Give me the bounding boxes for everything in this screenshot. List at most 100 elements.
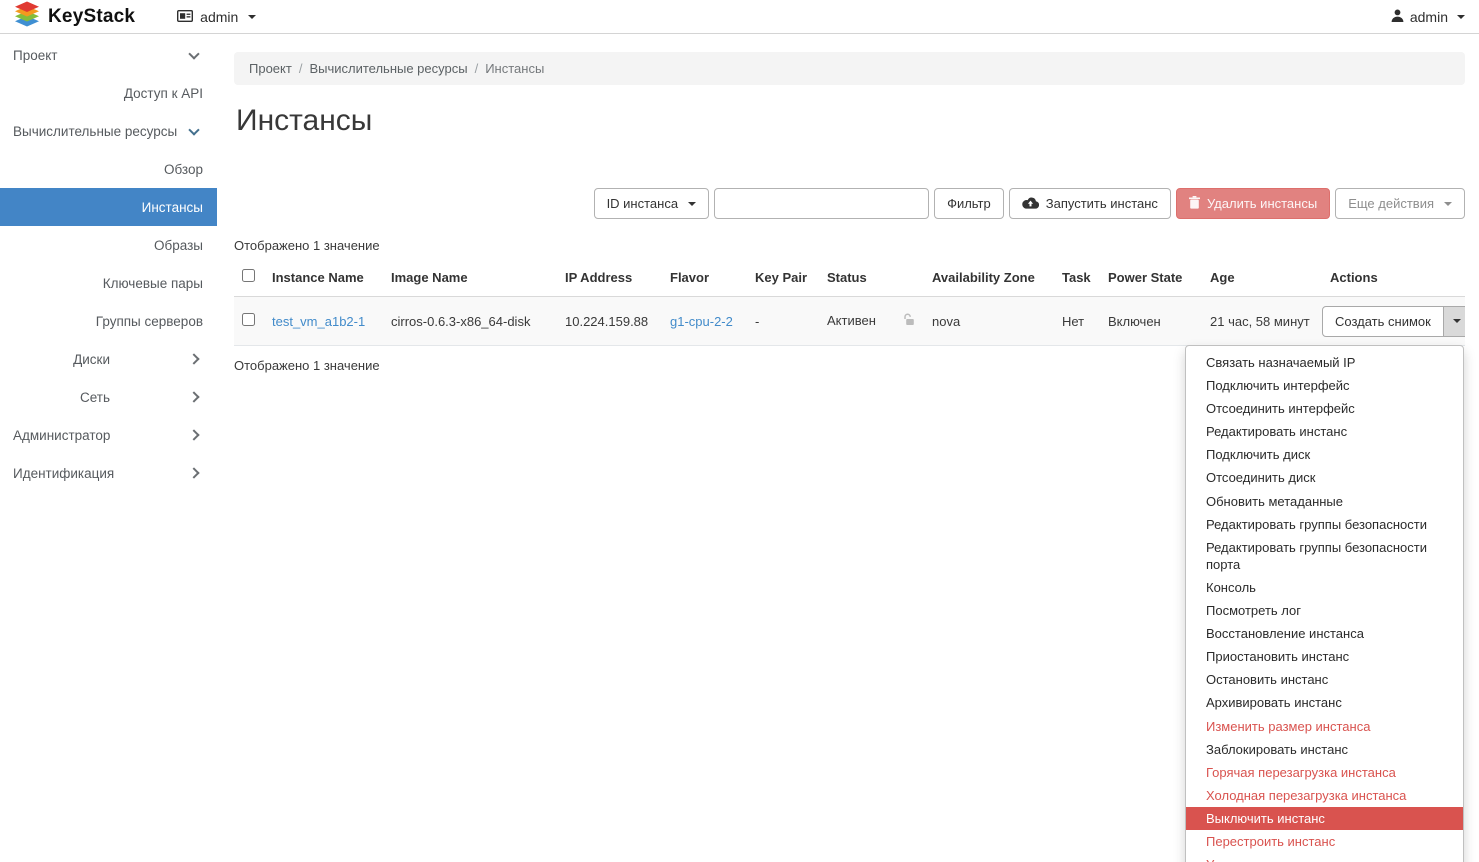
sidebar-item-label: Обзор [164,162,203,177]
sidebar-item-label: Группы серверов [96,314,203,329]
filter-button[interactable]: Фильтр [934,188,1004,219]
menu-item-attach-volume[interactable]: Подключить диск [1186,443,1463,466]
breadcrumb-compute[interactable]: Вычислительные ресурсы [309,61,467,76]
delete-instances-label: Удалить инстансы [1207,196,1317,211]
sidebar-group-admin[interactable]: Администратор [0,416,217,454]
row-actions-toggle[interactable] [1444,306,1465,337]
menu-item-attach-interface[interactable]: Подключить интерфейс [1186,374,1463,397]
menu-item-pause-instance[interactable]: Приостановить инстанс [1186,645,1463,668]
chevron-down-icon [1457,15,1465,19]
status-cell: Активен [819,297,924,346]
row-action-split-button: Создать снимок [1322,306,1465,337]
menu-item-shut-off-instance[interactable]: Выключить инстанс [1186,807,1463,830]
chevron-down-icon [188,124,199,135]
age-cell: 21 час, 58 минут [1202,297,1322,346]
filter-input[interactable] [714,188,929,219]
col-availability-zone: Availability Zone [924,258,1054,297]
more-actions-button[interactable]: Еще действия [1335,188,1465,219]
delete-instances-button[interactable]: Удалить инстансы [1176,188,1330,219]
chevron-right-icon [188,429,199,440]
sidebar-item-label: Ключевые пары [103,276,203,291]
sidebar-item-label: Образы [154,238,203,253]
sidebar-group-volumes[interactable]: Диски [0,340,217,378]
menu-item-soft-reboot-instance[interactable]: Горячая перезагрузка инстанса [1186,761,1463,784]
menu-item-detach-volume[interactable]: Отсоединить диск [1186,466,1463,489]
instances-table: Instance Name Image Name IP Address Flav… [234,258,1465,346]
sidebar-item-key-pairs[interactable]: Ключевые пары [0,264,217,302]
user-icon [1391,9,1404,25]
menu-item-delete-instance[interactable]: Удалить инстанс [1186,853,1463,862]
more-actions-label: Еще действия [1348,196,1434,211]
sidebar-group-label: Сеть [80,390,110,405]
sidebar-group-identity[interactable]: Идентификация [0,454,217,492]
select-all-checkbox[interactable] [242,269,255,282]
sidebar-item-instances[interactable]: Инстансы [0,188,217,226]
flavor-link[interactable]: g1-cpu-2-2 [670,314,733,329]
key-pair-cell: - [747,297,819,346]
brand[interactable]: KeyStack [14,1,135,33]
menu-item-shelve-instance[interactable]: Архивировать инстанс [1186,691,1463,714]
menu-item-resize-instance[interactable]: Изменить размер инстанса [1186,715,1463,738]
chevron-down-icon [1444,202,1452,206]
menu-item-edit-port-security-groups[interactable]: Редактировать группы безопасности порта [1186,536,1463,576]
sidebar-item-images[interactable]: Образы [0,226,217,264]
page-title: Инстансы [236,104,1465,138]
items-count-top: Отображено 1 значение [234,238,1465,253]
breadcrumb-project[interactable]: Проект [249,61,292,76]
user-menu[interactable]: admin [1391,9,1465,25]
chevron-down-icon [188,48,199,59]
chevron-down-icon [688,202,696,206]
menu-item-console[interactable]: Консоль [1186,576,1463,599]
sidebar: Проект Доступ к API Вычислительные ресур… [0,34,217,862]
sidebar-group-compute[interactable]: Вычислительные ресурсы [0,112,217,150]
instance-name-link[interactable]: test_vm_a1b2-1 [272,314,365,329]
col-ip-address: IP Address [557,258,662,297]
sidebar-item-server-groups[interactable]: Группы серверов [0,302,217,340]
sidebar-group-label: Проект [13,48,57,63]
menu-item-detach-interface[interactable]: Отсоединить интерфейс [1186,397,1463,420]
sidebar-group-network[interactable]: Сеть [0,378,217,416]
sidebar-item-api-access[interactable]: Доступ к API [0,74,217,112]
project-card-icon [177,9,193,25]
sidebar-group-project[interactable]: Проект [0,36,217,74]
col-age: Age [1202,258,1322,297]
unlock-icon [903,314,916,329]
keystack-logo-icon [14,1,40,33]
filter-field-label: ID инстанса [607,196,679,211]
menu-item-edit-instance[interactable]: Редактировать инстанс [1186,420,1463,443]
create-snapshot-button[interactable]: Создать снимок [1322,306,1444,337]
launch-instance-button[interactable]: Запустить инстанс [1009,188,1171,219]
menu-item-associate-floating-ip[interactable]: Связать назначаемый IP [1186,351,1463,374]
menu-item-hard-reboot-instance[interactable]: Холодная перезагрузка инстанса [1186,784,1463,807]
project-switcher[interactable]: admin [177,9,256,25]
filter-field-selector[interactable]: ID инстанса [594,188,710,219]
sidebar-item-overview[interactable]: Обзор [0,150,217,188]
menu-item-update-metadata[interactable]: Обновить метаданные [1186,490,1463,513]
table-row: test_vm_a1b2-1 cirros-0.6.3-x86_64-disk … [234,297,1465,346]
menu-item-suspend-instance[interactable]: Остановить инстанс [1186,668,1463,691]
col-key-pair: Key Pair [747,258,819,297]
breadcrumb: Проект/Вычислительные ресурсы/Инстансы [234,52,1465,85]
availability-zone-cell: nova [924,297,1054,346]
menu-item-view-log[interactable]: Посмотреть лог [1186,599,1463,622]
breadcrumb-separator: / [299,61,303,76]
col-flavor: Flavor [662,258,747,297]
brand-name: KeyStack [48,6,135,28]
menu-item-rescue-instance[interactable]: Восстановление инстанса [1186,622,1463,645]
row-checkbox[interactable] [242,313,255,326]
user-menu-label: admin [1410,9,1448,25]
sidebar-group-label: Администратор [13,428,110,443]
chevron-right-icon [188,391,199,402]
col-power-state: Power State [1100,258,1202,297]
table-header-row: Instance Name Image Name IP Address Flav… [234,258,1465,297]
top-navbar: KeyStack admin admin [0,0,1479,34]
breadcrumb-current: Инстансы [485,61,544,76]
menu-item-rebuild-instance[interactable]: Перестроить инстанс [1186,830,1463,853]
trash-icon [1189,196,1200,212]
menu-item-lock-instance[interactable]: Заблокировать инстанс [1186,738,1463,761]
col-task: Task [1054,258,1100,297]
sidebar-item-label: Инстансы [142,200,203,215]
status-text: Активен [827,313,876,328]
filter-button-label: Фильтр [947,196,991,211]
menu-item-edit-security-groups[interactable]: Редактировать группы безопасности [1186,513,1463,536]
